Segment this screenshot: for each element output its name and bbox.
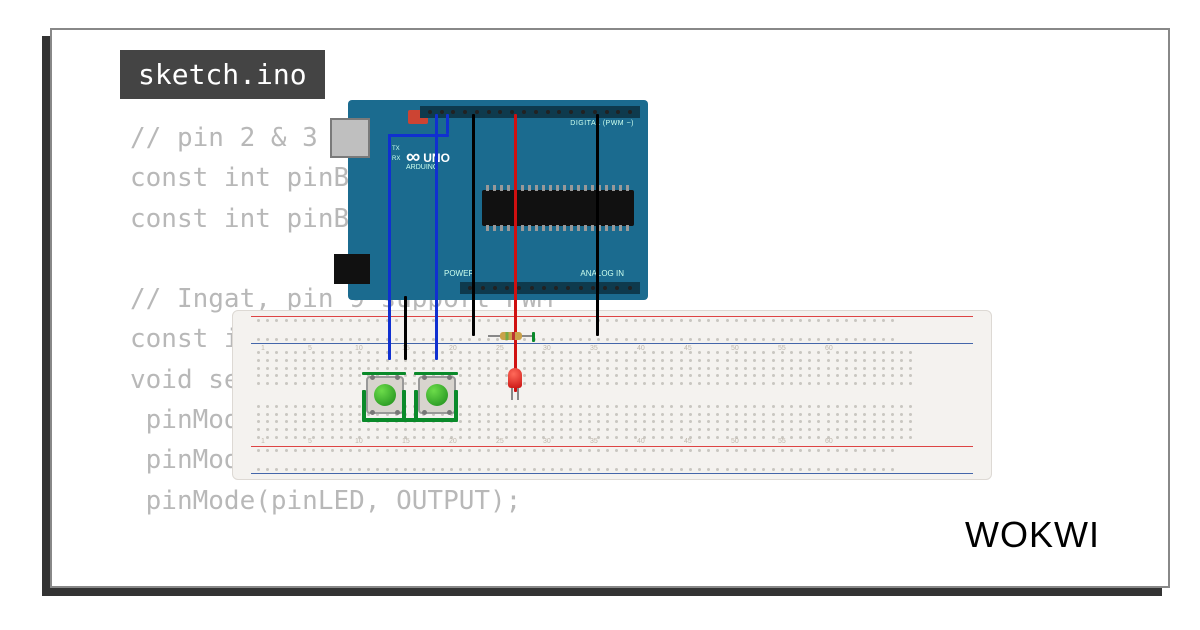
power-analog-header[interactable] xyxy=(460,282,640,294)
terminal-strip xyxy=(251,351,973,439)
column-numbers-bottom: 151015202530354045505560 xyxy=(261,438,963,445)
led-red[interactable] xyxy=(508,368,522,388)
wire-d3-blue xyxy=(435,114,438,360)
digital-label: DIGITAL (PWM ~) xyxy=(570,120,634,127)
wire-btn1-green-l xyxy=(362,390,366,420)
wire-gnd-black xyxy=(472,114,475,336)
tx-label: TX xyxy=(392,146,400,152)
wire-btn2-green-top xyxy=(414,372,458,375)
analog-label: ANALOG IN xyxy=(580,269,624,278)
digital-pin-header[interactable] xyxy=(420,106,640,118)
preview-card: sketch.ino // pin 2 & 3 sebag const int … xyxy=(50,28,1170,588)
pushbutton-1[interactable] xyxy=(366,376,404,414)
filename-text: sketch.ino xyxy=(138,58,307,91)
wire-resistor-green xyxy=(532,332,535,342)
power-jack-icon xyxy=(334,254,370,284)
wire-btn-green-bot xyxy=(362,418,458,422)
power-rail-bottom xyxy=(251,449,973,471)
wire-d2-blue xyxy=(446,114,449,134)
wire-d2-blue-h xyxy=(388,134,449,137)
power-rail-top xyxy=(251,319,973,341)
code-line: pinMode(pinLED, OUTPUT); xyxy=(130,486,521,516)
wire-d9-red xyxy=(514,114,517,392)
wire-btn2-green-l xyxy=(414,390,418,420)
filename-tab: sketch.ino xyxy=(120,50,325,99)
wire-gnd2-black xyxy=(404,296,407,360)
wire-d2-blue-v xyxy=(388,134,391,360)
board-brand: ARDUINO xyxy=(406,164,438,171)
pushbutton-2[interactable] xyxy=(418,376,456,414)
arduino-uno-board[interactable]: ∞ UNO ARDUINO DIGITAL (PWM ~) POWER ANAL… xyxy=(348,100,648,300)
rx-label: RX xyxy=(392,156,400,162)
wire-btn1-green-r xyxy=(402,390,406,420)
wire-btn2-green-r xyxy=(454,390,458,420)
wire-btn1-green-top xyxy=(362,372,406,375)
power-label: POWER xyxy=(444,269,474,278)
atmega-chip-icon xyxy=(482,190,634,226)
wire-gnd3-black xyxy=(596,114,599,336)
wokwi-brand: WOKWI xyxy=(965,514,1100,556)
breadboard[interactable]: 151015202530354045505560 151015202530354… xyxy=(232,310,992,480)
usb-port-icon xyxy=(330,118,370,158)
circuit-diagram: ∞ UNO ARDUINO DIGITAL (PWM ~) POWER ANAL… xyxy=(232,100,992,480)
resistor[interactable] xyxy=(488,332,534,340)
